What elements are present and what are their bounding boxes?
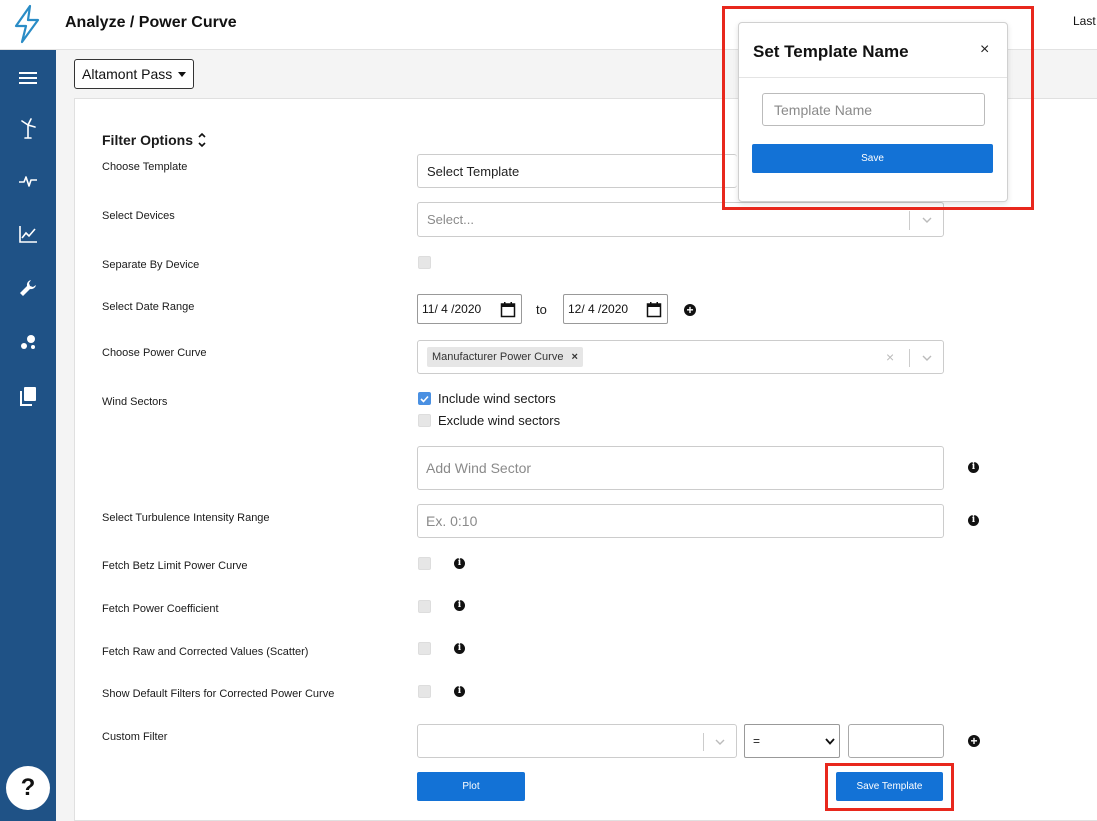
collapse-chevron-icon[interactable]: [197, 132, 207, 148]
include-wind-sectors-label: Include wind sectors: [438, 391, 556, 406]
betz-limit-checkbox[interactable]: [418, 557, 431, 570]
site-dropdown[interactable]: Altamont Pass: [74, 59, 195, 89]
end-date-input[interactable]: 12/ 4 /2020: [563, 294, 668, 324]
custom-filter-field-select[interactable]: [417, 724, 737, 758]
custom-filter-operator-select[interactable]: =: [744, 724, 840, 758]
template-select-value: Select Template: [427, 163, 520, 179]
help-button[interactable]: ?: [6, 766, 50, 810]
select-separator: [909, 211, 910, 230]
custom-filter-value-input[interactable]: [848, 724, 944, 758]
power-curve-label: Choose Power Curve: [102, 347, 207, 359]
lightning-logo-icon[interactable]: [10, 4, 44, 44]
add-wind-sector-placeholder: Add Wind Sector: [426, 460, 532, 476]
scatter-dots-icon[interactable]: [14, 328, 42, 356]
select-separator: [909, 349, 910, 367]
wind-sector-info-icon[interactable]: i: [968, 462, 979, 473]
chevron-down-icon[interactable]: [825, 738, 835, 745]
include-wind-sectors-checkbox[interactable]: [418, 392, 431, 405]
remove-tag-icon[interactable]: ×: [571, 351, 577, 363]
default-filters-label: Show Default Filters for Corrected Power…: [102, 688, 335, 700]
line-chart-icon[interactable]: [14, 220, 42, 248]
default-filters-checkbox[interactable]: [418, 685, 431, 698]
page-title: Analyze / Power Curve: [65, 14, 237, 31]
template-select[interactable]: Select Template: [417, 154, 737, 188]
last-label: Last: [1073, 14, 1096, 28]
date-to-label: to: [536, 302, 547, 317]
power-coefficient-checkbox[interactable]: [418, 600, 431, 613]
add-date-range-plus-icon[interactable]: +: [684, 304, 696, 316]
hamburger-menu-icon[interactable]: [14, 64, 42, 92]
site-dropdown-label: Altamont Pass: [82, 66, 173, 82]
exclude-wind-sectors-label: Exclude wind sectors: [438, 413, 561, 428]
separate-by-device-label: Separate By Device: [102, 259, 200, 271]
exclude-wind-sectors-checkbox[interactable]: [418, 414, 431, 427]
raw-corrected-label: Fetch Raw and Corrected Values (Scatter): [102, 646, 309, 658]
save-template-highlight: [825, 763, 954, 811]
checkmark-icon: [420, 395, 429, 403]
wind-turbine-icon[interactable]: [14, 114, 42, 142]
power-coefficient-label: Fetch Power Coefficient: [102, 603, 219, 615]
betz-limit-label: Fetch Betz Limit Power Curve: [102, 560, 248, 572]
end-date-value: 12/ 4 /2020: [568, 302, 629, 316]
wind-sectors-label: Wind Sectors: [102, 396, 168, 408]
separate-by-device-checkbox[interactable]: [418, 256, 431, 269]
clear-selection-icon[interactable]: ×: [886, 349, 894, 365]
power-coefficient-info-icon[interactable]: i: [454, 600, 465, 611]
sidebar: ?: [0, 50, 56, 821]
power-curve-tag-label: Manufacturer Power Curve: [432, 351, 564, 363]
power-curve-tag: Manufacturer Power Curve ×: [427, 347, 583, 367]
date-range-label: Select Date Range: [102, 301, 195, 313]
filter-options-title: Filter Options: [102, 132, 193, 148]
custom-filter-operator-value: =: [753, 734, 761, 748]
select-devices-label: Select Devices: [102, 210, 175, 222]
start-date-value: 11/ 4 /2020: [422, 302, 482, 316]
custom-filter-label: Custom Filter: [102, 731, 168, 743]
wrench-icon[interactable]: [14, 274, 42, 302]
chevron-down-icon[interactable]: [922, 355, 932, 361]
turbulence-range-input[interactable]: Ex. 0:10: [417, 504, 944, 538]
raw-corrected-checkbox[interactable]: [418, 642, 431, 655]
pulse-icon[interactable]: [14, 167, 42, 195]
select-separator: [703, 733, 704, 751]
chevron-down-icon[interactable]: [715, 739, 725, 745]
calendar-icon[interactable]: [500, 301, 516, 318]
add-wind-sector-input[interactable]: Add Wind Sector: [417, 446, 944, 490]
plot-button[interactable]: Plot: [417, 772, 525, 801]
calendar-icon[interactable]: [646, 301, 662, 318]
choose-template-label: Choose Template: [102, 161, 188, 173]
caret-down-icon: [178, 71, 187, 77]
default-filters-info-icon[interactable]: i: [454, 686, 465, 697]
start-date-input[interactable]: 11/ 4 /2020: [417, 294, 522, 324]
add-custom-filter-plus-icon[interactable]: +: [968, 735, 980, 747]
documents-icon[interactable]: [14, 382, 42, 410]
chevron-down-icon[interactable]: [922, 217, 932, 223]
betz-limit-info-icon[interactable]: i: [454, 558, 465, 569]
turbulence-range-label: Select Turbulence Intensity Range: [102, 512, 270, 524]
turbulence-range-placeholder: Ex. 0:10: [426, 513, 478, 529]
devices-select-placeholder: Select...: [427, 212, 474, 227]
raw-corrected-info-icon[interactable]: i: [454, 643, 465, 654]
modal-highlight: [722, 6, 1034, 210]
turbulence-info-icon[interactable]: i: [968, 515, 979, 526]
